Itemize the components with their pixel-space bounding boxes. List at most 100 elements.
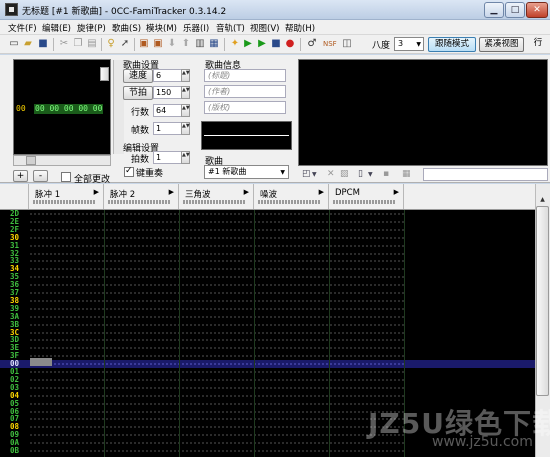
rows-spinner[interactable]: ▲▼ xyxy=(181,104,190,117)
open-folder-icon[interactable]: ▰ xyxy=(22,38,34,50)
pointer-icon[interactable]: ➚ xyxy=(119,38,131,50)
pattern-row[interactable]: 3F xyxy=(0,352,535,360)
move-down-icon[interactable]: ⬇ xyxy=(166,38,178,50)
menu-track[interactable]: 音轨(T) xyxy=(216,22,245,34)
pattern-row[interactable]: 34 xyxy=(0,265,535,273)
load-instrument-icon[interactable]: ▯ xyxy=(358,169,363,179)
song-author-input[interactable]: (作者) xyxy=(204,85,286,98)
pattern-row[interactable]: 36 xyxy=(0,281,535,289)
pattern-row[interactable]: 3A xyxy=(0,312,535,321)
pattern-row[interactable]: 3C xyxy=(0,328,535,337)
octave-select[interactable]: 3 xyxy=(394,37,424,51)
about-icon[interactable]: ♀ xyxy=(105,38,117,50)
menu-help[interactable]: 帮助(H) xyxy=(285,22,315,34)
remove-instrument-icon[interactable]: ✕ xyxy=(327,169,335,179)
pattern-row[interactable]: 31 xyxy=(0,241,535,250)
song-select[interactable]: #1 新歌曲 xyxy=(204,165,289,179)
channel-menu-icon[interactable]: ▶ xyxy=(169,188,174,196)
menu-view[interactable]: 视图(V) xyxy=(250,22,279,34)
tempo-spinner[interactable]: ▲▼ xyxy=(181,86,190,99)
pattern-row[interactable]: 35 xyxy=(0,273,535,281)
channel-noise[interactable]: 噪波 ▶ xyxy=(254,184,329,209)
duplicate-frame-icon[interactable]: ▥ xyxy=(194,38,206,50)
clone-instrument-icon[interactable]: ▨ xyxy=(340,169,349,179)
save-instrument-icon[interactable]: ▪ xyxy=(383,169,389,179)
minimize-button[interactable]: ▁ xyxy=(484,2,504,18)
edit-instrument-icon[interactable]: ▦ xyxy=(402,169,411,179)
channel-pulse2[interactable]: 脉冲 2 ▶ xyxy=(104,184,179,209)
pattern-row[interactable]: 01 xyxy=(0,368,535,376)
instrument-icon[interactable]: ✦ xyxy=(229,38,241,50)
step-spinner[interactable]: ▲▼ xyxy=(181,151,190,164)
record-icon[interactable]: ● xyxy=(284,38,296,50)
pattern-row[interactable]: 30 xyxy=(0,233,535,242)
dropdown-arrow-icon[interactable]: ▼ xyxy=(312,171,317,178)
menu-file[interactable]: 文件(F) xyxy=(8,22,37,34)
cut-icon[interactable]: ✂ xyxy=(58,38,70,50)
frame-row[interactable]: 00 00 00 00 00 00 xyxy=(16,104,104,114)
pattern-row[interactable]: 33 xyxy=(0,257,535,265)
menu-edit[interactable]: 编辑(E) xyxy=(42,22,71,34)
speed-button[interactable]: 速度 xyxy=(123,69,153,83)
maximize-button[interactable]: □ xyxy=(505,2,525,18)
pattern-row[interactable]: 02 xyxy=(0,375,535,384)
pattern-row[interactable]: 00 xyxy=(0,360,535,368)
play-loop-icon[interactable]: ▶ xyxy=(256,38,268,50)
paste-icon[interactable]: ▤ xyxy=(86,38,98,50)
menu-pattern[interactable]: 旋律(P) xyxy=(77,22,106,34)
pattern-row[interactable]: 2D xyxy=(0,210,535,218)
close-button[interactable]: ✕ xyxy=(526,2,548,18)
follow-mode-button[interactable]: 跟随模式 xyxy=(428,37,476,52)
insert-frame-icon[interactable]: ▣ xyxy=(138,38,150,50)
channel-menu-icon[interactable]: ▶ xyxy=(394,188,399,196)
channel-menu-icon[interactable]: ▶ xyxy=(94,188,99,196)
change-all-checkbox[interactable] xyxy=(61,172,71,182)
channel-pulse1[interactable]: 脉冲 1 ▶ xyxy=(29,184,104,209)
instrument-list[interactable] xyxy=(298,59,548,166)
add-frame-button[interactable]: + xyxy=(13,170,28,182)
help-icon[interactable]: ◫ xyxy=(341,38,353,50)
play-icon[interactable]: ▶ xyxy=(242,38,254,50)
scroll-up-icon[interactable]: ▲ xyxy=(536,194,549,205)
speed-spinner[interactable]: ▲▼ xyxy=(181,69,190,82)
channel-dpcm[interactable]: DPCM ▶ xyxy=(329,184,404,209)
pattern-row[interactable]: 2F xyxy=(0,225,535,234)
compact-view-button[interactable]: 紧凑视图 xyxy=(479,37,524,52)
pattern-row[interactable]: 32 xyxy=(0,249,535,258)
module-properties-icon[interactable]: ▦ xyxy=(208,38,220,50)
frame-hscrollbar-thumb[interactable] xyxy=(26,156,36,165)
menu-module[interactable]: 模块(M) xyxy=(146,22,177,34)
settings-icon[interactable]: ♂ xyxy=(306,38,318,50)
frame-scrollbar-thumb[interactable] xyxy=(100,67,109,81)
pattern-row[interactable]: 03 xyxy=(0,383,535,392)
frames-spinner[interactable]: ▲▼ xyxy=(181,122,190,135)
song-copyright-input[interactable]: (版权) xyxy=(204,101,286,114)
song-name-input[interactable]: (标题) xyxy=(204,69,286,82)
remove-frame-icon[interactable]: ▣ xyxy=(152,38,164,50)
instrument-name-input[interactable] xyxy=(423,168,548,181)
pattern-row[interactable]: 3B xyxy=(0,320,535,329)
pattern-row[interactable]: 2E xyxy=(0,217,535,226)
pattern-row[interactable]: 3D xyxy=(0,336,535,344)
pattern-row[interactable]: 37 xyxy=(0,289,535,297)
pattern-row[interactable]: 38 xyxy=(0,296,535,305)
menu-song[interactable]: 歌曲(S) xyxy=(112,22,141,34)
stop-icon[interactable]: ■ xyxy=(270,38,282,50)
nsf-export-icon[interactable]: NSF xyxy=(323,38,337,50)
move-up-icon[interactable]: ⬆ xyxy=(180,38,192,50)
frame-list[interactable]: 00 00 00 00 00 00 xyxy=(13,59,124,155)
pattern-row[interactable]: 39 xyxy=(0,304,535,313)
save-icon[interactable]: ■ xyxy=(37,38,49,50)
channel-triangle[interactable]: 三角波 ▶ xyxy=(179,184,254,209)
channel-menu-icon[interactable]: ▶ xyxy=(244,188,249,196)
dropdown-arrow-icon[interactable]: ▼ xyxy=(368,171,373,178)
menu-instrument[interactable]: 乐器(I) xyxy=(183,22,209,34)
tempo-button[interactable]: 节拍 xyxy=(123,86,153,100)
pattern-row[interactable]: 3E xyxy=(0,344,535,352)
remove-frame-button[interactable]: - xyxy=(33,170,48,182)
pattern-scrollbar-thumb[interactable] xyxy=(536,206,549,396)
channel-menu-icon[interactable]: ▶ xyxy=(319,188,324,196)
pattern-row[interactable]: 04 xyxy=(0,391,535,400)
new-file-icon[interactable]: ▭ xyxy=(8,38,20,50)
copy-icon[interactable]: ❐ xyxy=(72,38,84,50)
